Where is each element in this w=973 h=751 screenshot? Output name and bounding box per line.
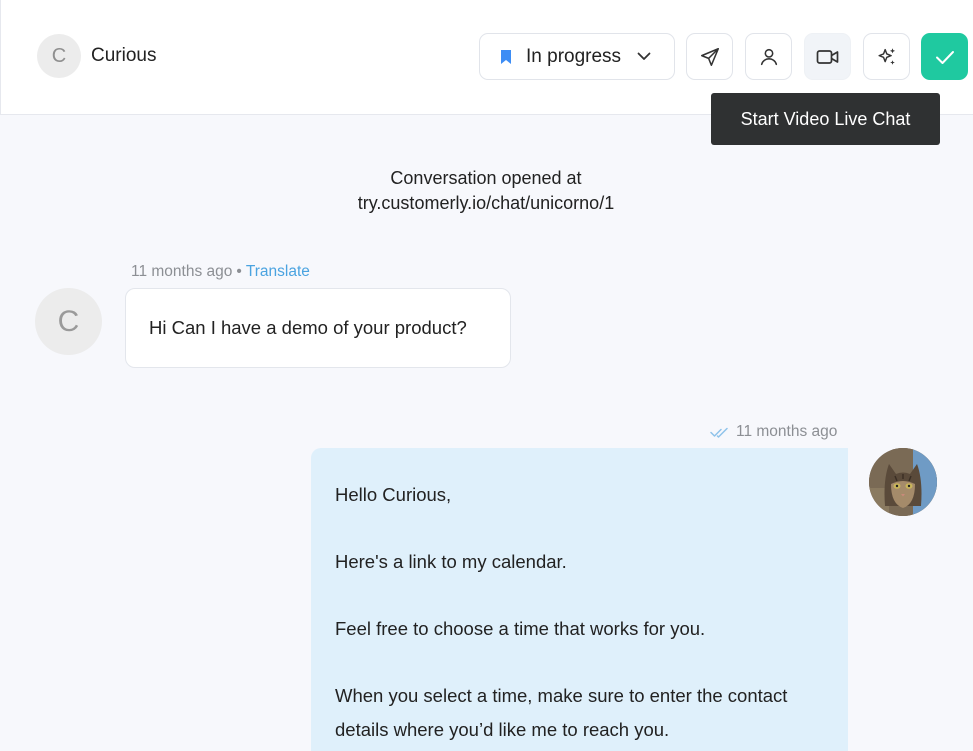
read-receipt-icon bbox=[710, 425, 730, 439]
agent-photo bbox=[869, 448, 937, 516]
video-chat-button[interactable] bbox=[804, 33, 851, 80]
video-icon bbox=[816, 48, 840, 66]
opened-url: try.customerly.io/chat/unicorno/1 bbox=[357, 193, 615, 213]
outgoing-message: Hello Curious, Here's a link to my calen… bbox=[311, 448, 848, 751]
agent-avatar[interactable] bbox=[869, 448, 937, 516]
meta-separator: • bbox=[236, 263, 242, 280]
send-icon bbox=[699, 46, 721, 68]
user-icon bbox=[758, 46, 780, 68]
message-time: 11 months ago bbox=[736, 423, 838, 440]
visitor-avatar[interactable]: C bbox=[35, 288, 102, 355]
check-icon bbox=[935, 49, 955, 65]
resolve-button[interactable] bbox=[921, 33, 968, 80]
send-button[interactable] bbox=[686, 33, 733, 80]
conversation-origin: Conversation opened at try.customerly.io… bbox=[286, 166, 686, 216]
message-meta: 11 months ago bbox=[710, 423, 837, 441]
incoming-message: Hi Can I have a demo of your product? bbox=[125, 288, 511, 368]
opened-label: Conversation opened at bbox=[390, 168, 582, 188]
translate-link[interactable]: Translate bbox=[246, 263, 310, 280]
status-dropdown[interactable]: In progress bbox=[479, 33, 675, 80]
video-chat-tooltip: Start Video Live Chat bbox=[711, 93, 940, 145]
message-meta: 11 months ago • Translate bbox=[131, 263, 310, 281]
message-line: Feel free to choose a time that works fo… bbox=[335, 618, 706, 639]
message-time: 11 months ago bbox=[131, 263, 233, 280]
sparkles-icon bbox=[876, 46, 898, 68]
message-line: Here's a link to my calendar. bbox=[335, 551, 567, 572]
message-line: When you select a time, make sure to ent… bbox=[335, 685, 788, 740]
message-line: Hello Curious, bbox=[335, 484, 452, 505]
contact-avatar[interactable]: C bbox=[37, 34, 81, 78]
ai-assist-button[interactable] bbox=[863, 33, 910, 80]
bookmark-icon bbox=[500, 49, 512, 65]
contact-profile-button[interactable] bbox=[745, 33, 792, 80]
chevron-down-icon bbox=[637, 52, 651, 61]
status-label: In progress bbox=[526, 45, 622, 67]
contact-name[interactable]: Curious bbox=[91, 45, 156, 67]
